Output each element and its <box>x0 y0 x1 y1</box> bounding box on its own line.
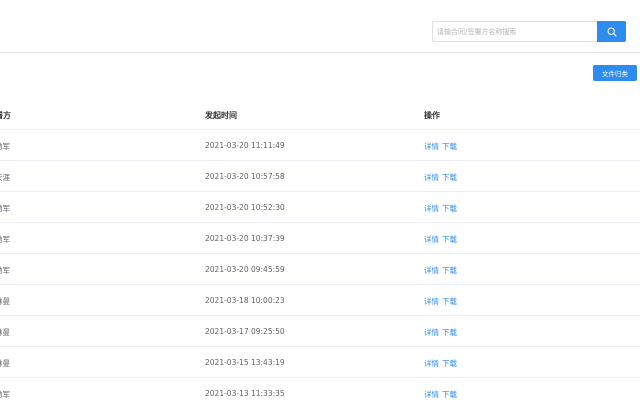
search-button[interactable] <box>597 21 626 42</box>
cell-actions: 详情 下载 <box>424 327 457 338</box>
download-link[interactable]: 下载 <box>442 204 457 213</box>
top-bar <box>0 0 640 53</box>
cell-party: 琳曼 <box>0 328 10 337</box>
cell-time: 2021-03-18 10:00:23 <box>205 296 285 305</box>
table-row: 琳曼 2021-03-17 09:25:50 详情下载 <box>0 316 640 347</box>
table-row: 勃军 2021-03-20 10:52:30 详情下载 <box>0 192 640 223</box>
cell-time: 2021-03-20 11:11:49 <box>205 141 285 150</box>
detail-link[interactable]: 详情 <box>424 173 439 182</box>
search-bar <box>432 21 626 42</box>
header-time: 发起时间 <box>205 111 237 120</box>
cell-actions: 详情 下载 <box>424 389 457 400</box>
header-actions: 操作 <box>424 111 440 120</box>
download-link[interactable]: 下载 <box>442 266 457 275</box>
cell-time: 2021-03-20 09:45:59 <box>205 265 285 274</box>
contract-table: 署方 发起时间 操作 勃军2021-03-20 11:11:49详情下载天涯20… <box>0 99 640 400</box>
detail-link[interactable]: 详情 <box>424 266 439 275</box>
cell-actions: 详情 下载 <box>424 172 457 183</box>
cell-actions: 详情 下载 <box>424 203 457 214</box>
search-icon <box>606 26 617 37</box>
search-input[interactable] <box>432 21 597 42</box>
cell-time: 2021-03-17 09:25:50 <box>205 327 285 336</box>
cell-time: 2021-03-20 10:52:30 <box>205 203 285 212</box>
table-row: 琳曼 2021-03-15 13:43:19 详情下载 <box>0 347 640 378</box>
cell-actions: 详情 下载 <box>424 141 457 152</box>
cell-time: 2021-03-13 11:33:35 <box>205 389 285 398</box>
detail-link[interactable]: 详情 <box>424 204 439 213</box>
cell-actions: 详情 下载 <box>424 265 457 276</box>
table-header: 署方 发起时间 操作 <box>0 99 640 130</box>
detail-link[interactable]: 详情 <box>424 142 439 151</box>
detail-link[interactable]: 详情 <box>424 235 439 244</box>
cell-party: 勃军 <box>0 266 10 275</box>
cell-party: 琳曼 <box>0 359 10 368</box>
cell-time: 2021-03-20 10:57:58 <box>205 172 285 181</box>
cell-party: 琳曼 <box>0 297 10 306</box>
download-link[interactable]: 下载 <box>442 328 457 337</box>
cell-party: 天涯 <box>0 173 10 182</box>
file-archive-button[interactable]: 文件归类 <box>593 65 637 81</box>
download-link[interactable]: 下载 <box>442 359 457 368</box>
download-link[interactable]: 下载 <box>442 235 457 244</box>
detail-link[interactable]: 详情 <box>424 390 439 399</box>
cell-party: 勃军 <box>0 204 10 213</box>
header-party: 署方 <box>0 111 11 120</box>
cell-party: 勃军 <box>0 390 10 399</box>
table-row: 天涯 2021-03-20 10:57:58 详情下载 <box>0 161 640 192</box>
download-link[interactable]: 下载 <box>442 390 457 399</box>
table-row: 勃军 2021-03-20 10:37:39 详情下载 <box>0 223 640 254</box>
cell-actions: 详情 下载 <box>424 358 457 369</box>
detail-link[interactable]: 详情 <box>424 297 439 306</box>
cell-party: 勃军 <box>0 235 10 244</box>
detail-link[interactable]: 详情 <box>424 359 439 368</box>
detail-link[interactable]: 详情 <box>424 328 439 337</box>
table-row: 勃军 2021-03-20 11:11:49 详情下载 <box>0 130 640 161</box>
download-link[interactable]: 下载 <box>442 173 457 182</box>
cell-time: 2021-03-20 10:37:39 <box>205 234 285 243</box>
download-link[interactable]: 下载 <box>442 297 457 306</box>
download-link[interactable]: 下载 <box>442 142 457 151</box>
cell-actions: 详情 下载 <box>424 234 457 245</box>
cell-actions: 详情 下载 <box>424 296 457 307</box>
table-body: 勃军2021-03-20 11:11:49详情下载天涯2021-03-20 10… <box>0 130 640 400</box>
cell-time: 2021-03-15 13:43:19 <box>205 358 285 367</box>
table-row: 勃军 2021-03-20 09:45:59 详情下载 <box>0 254 640 285</box>
table-row: 勃军 2021-03-13 11:33:35 详情下载 <box>0 378 640 400</box>
table-row: 琳曼 2021-03-18 10:00:23 详情下载 <box>0 285 640 316</box>
cell-party: 勃军 <box>0 142 10 151</box>
